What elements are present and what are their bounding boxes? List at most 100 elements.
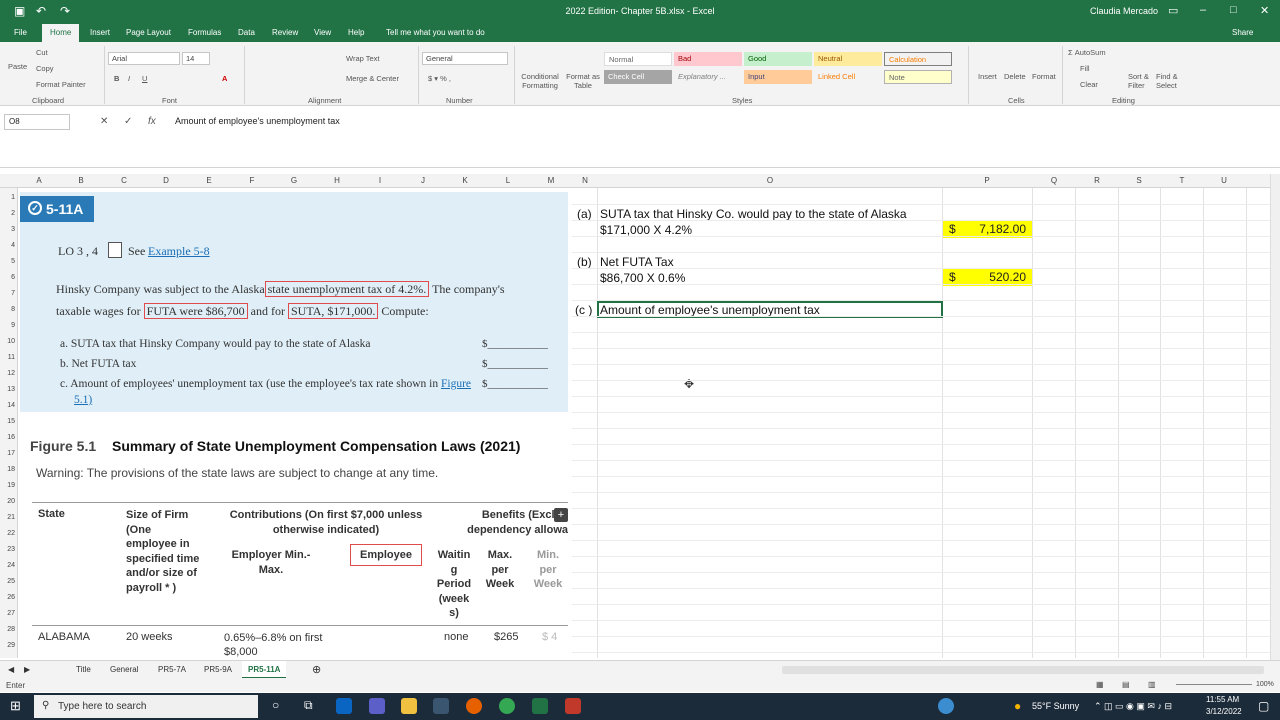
row-header-11[interactable]: 11	[0, 354, 15, 361]
bold-button[interactable]: B	[114, 74, 119, 83]
excel-icon[interactable]	[532, 698, 548, 714]
cell-b-text[interactable]: Net FUTA Tax	[600, 255, 674, 269]
figure-link[interactable]: 5.1)	[74, 394, 92, 406]
tab-data[interactable]: Data	[238, 28, 255, 37]
column-header-a[interactable]: A	[33, 176, 45, 185]
column-header-p[interactable]: P	[981, 176, 993, 185]
taskbar-search[interactable]: ⚲ Type here to search	[34, 695, 258, 718]
cell-c-text[interactable]: Amount of employee's unemployment tax	[600, 303, 820, 317]
tab-view[interactable]: View	[314, 28, 331, 37]
notifications-icon[interactable]: ▢	[1258, 699, 1269, 713]
row-header-7[interactable]: 7	[0, 290, 15, 297]
share-button[interactable]: Share	[1232, 28, 1253, 37]
row-header-14[interactable]: 14	[0, 402, 15, 409]
conditional-formatting-button[interactable]: Conditional Formatting	[518, 72, 562, 90]
ribbon-display-icon[interactable]: ▭	[1168, 4, 1178, 17]
style-linked-cell[interactable]: Linked Cell	[814, 70, 882, 84]
app-icon[interactable]	[565, 698, 581, 714]
windows-start-icon[interactable]: ⊞	[10, 698, 21, 714]
cancel-icon[interactable]: ✕	[100, 116, 108, 127]
column-header-u[interactable]: U	[1218, 176, 1230, 185]
page-layout-view-icon[interactable]: ▤	[1122, 680, 1130, 689]
column-header-f[interactable]: F	[246, 176, 258, 185]
number-format-select[interactable]: General	[422, 52, 508, 65]
figure-link[interactable]: Figure	[441, 378, 471, 390]
row-header-12[interactable]: 12	[0, 370, 15, 377]
delete-cells-button[interactable]: Delete	[1004, 72, 1026, 81]
row-header-9[interactable]: 9	[0, 322, 15, 329]
style-good[interactable]: Good	[744, 52, 812, 66]
add-sheet-icon[interactable]: ⊕	[312, 663, 321, 676]
column-header-k[interactable]: K	[459, 176, 471, 185]
style-normal[interactable]: Normal	[604, 52, 672, 66]
row-header-21[interactable]: 21	[0, 514, 15, 521]
row-header-15[interactable]: 15	[0, 418, 15, 425]
merge-center-button[interactable]: Merge & Center	[346, 74, 399, 83]
column-header-h[interactable]: H	[331, 176, 343, 185]
prev-sheet-icon[interactable]: ◀	[8, 665, 14, 674]
font-name-select[interactable]: Arial	[108, 52, 180, 65]
row-header-6[interactable]: 6	[0, 274, 15, 281]
column-header-t[interactable]: T	[1176, 176, 1188, 185]
copy-button[interactable]: Copy	[36, 64, 54, 73]
row-header-26[interactable]: 26	[0, 594, 15, 601]
clock-time[interactable]: 11:55 AM	[1206, 695, 1239, 704]
row-header-1[interactable]: 1	[0, 194, 15, 201]
style-explanatory[interactable]: Explanatory ...	[674, 70, 742, 84]
row-header-28[interactable]: 28	[0, 626, 15, 633]
normal-view-icon[interactable]: ▦	[1096, 680, 1104, 689]
cell-label-a[interactable]: (a)	[577, 207, 592, 221]
style-neutral[interactable]: Neutral	[814, 52, 882, 66]
next-sheet-icon[interactable]: ▶	[24, 665, 30, 674]
page-break-view-icon[interactable]: ▥	[1148, 680, 1156, 689]
column-header-j[interactable]: J	[417, 176, 429, 185]
tab-help[interactable]: Help	[348, 28, 364, 37]
zoom-slider[interactable]	[1176, 684, 1252, 685]
style-calculation[interactable]: Calculation	[884, 52, 952, 66]
row-header-10[interactable]: 10	[0, 338, 15, 345]
paste-button[interactable]: Paste	[8, 62, 27, 71]
row-header-20[interactable]: 20	[0, 498, 15, 505]
expand-icon[interactable]: +	[554, 508, 568, 522]
row-header-13[interactable]: 13	[0, 386, 15, 393]
formula-input[interactable]: Amount of employee's unemployment tax	[175, 116, 340, 126]
example-link[interactable]: Example 5-8	[148, 244, 210, 259]
enter-icon[interactable]: ✓	[124, 116, 132, 127]
file-explorer-icon[interactable]	[401, 698, 417, 714]
column-header-r[interactable]: R	[1091, 176, 1103, 185]
style-check-cell[interactable]: Check Cell	[604, 70, 672, 84]
column-header-e[interactable]: E	[203, 176, 215, 185]
autosum-button[interactable]: Σ AutoSum	[1068, 48, 1106, 57]
column-header-c[interactable]: C	[118, 176, 130, 185]
sort-filter-button[interactable]: Sort & Filter	[1128, 72, 1156, 90]
sheet-tab-pr5-7a[interactable]: PR5-7A	[158, 665, 186, 674]
task-view-icon[interactable]: ⧉	[304, 698, 313, 713]
column-header-d[interactable]: D	[160, 176, 172, 185]
row-header-29[interactable]: 29	[0, 642, 15, 649]
fill-button[interactable]: Fill	[1080, 64, 1090, 73]
close-icon[interactable]: ✕	[1260, 4, 1269, 17]
tell-me-search[interactable]: Tell me what you want to do	[386, 28, 485, 37]
row-header-2[interactable]: 2	[0, 210, 15, 217]
cell-a-text[interactable]: SUTA tax that Hinsky Co. would pay to th…	[600, 207, 907, 221]
teams-icon[interactable]	[369, 698, 385, 714]
row-header-4[interactable]: 4	[0, 242, 15, 249]
tray-icons[interactable]: ⌃ ◫ ▭ ◉ ▣ ✉ ♪ ⊟	[1094, 701, 1172, 712]
row-header-8[interactable]: 8	[0, 306, 15, 313]
name-box[interactable]: O8	[4, 114, 70, 130]
style-input[interactable]: Input	[744, 70, 812, 84]
cell-label-c[interactable]: (c )	[575, 303, 592, 317]
insert-cells-button[interactable]: Insert	[978, 72, 997, 81]
help-icon[interactable]	[938, 698, 954, 714]
tab-review[interactable]: Review	[272, 28, 298, 37]
currency-icon[interactable]: $ ▾ % ,	[428, 74, 451, 83]
tab-formulas[interactable]: Formulas	[188, 28, 221, 37]
sheet-tab-general[interactable]: General	[110, 665, 138, 674]
column-header-n[interactable]: N	[579, 176, 591, 185]
column-header-m[interactable]: M	[545, 176, 557, 185]
row-header-19[interactable]: 19	[0, 482, 15, 489]
sheet-tab-pr5-11a[interactable]: PR5-11A	[242, 661, 287, 679]
column-header-o[interactable]: O	[764, 176, 776, 185]
row-header-25[interactable]: 25	[0, 578, 15, 585]
font-size-select[interactable]: 14	[182, 52, 210, 65]
